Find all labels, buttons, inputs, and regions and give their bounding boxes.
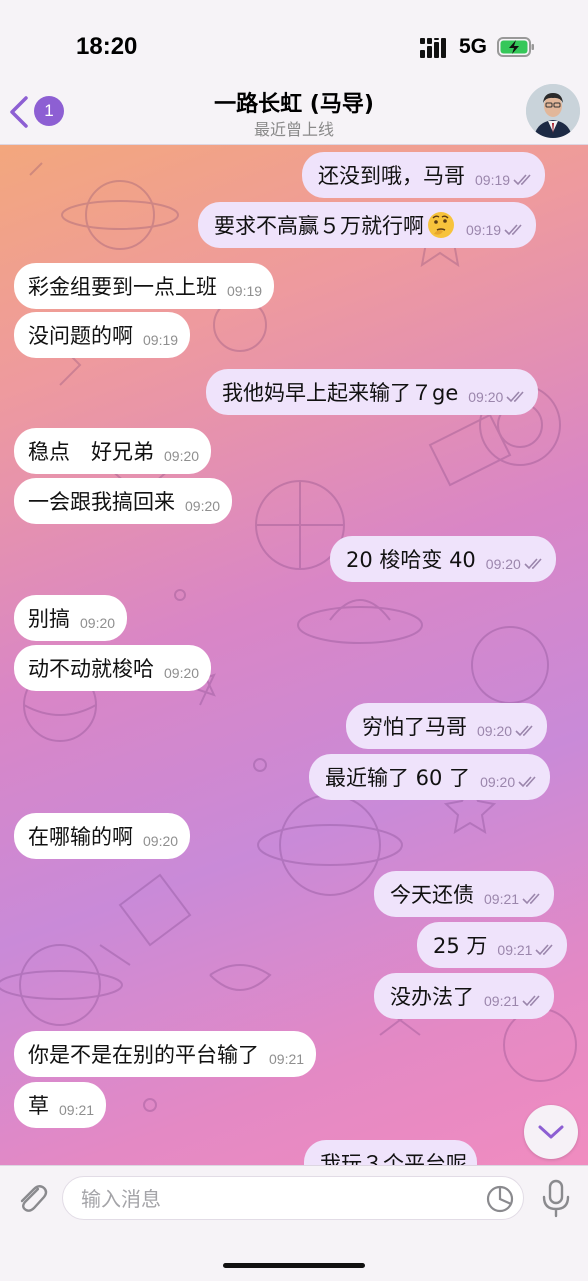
chat-header: 1 一路长虹 (马导) 最近曾上线: [0, 76, 588, 145]
message-text: 我玩３个平台呢: [320, 1152, 467, 1165]
message-text: 没问题的啊: [28, 324, 133, 348]
message-incoming[interactable]: 没问题的啊 09:19: [14, 312, 191, 358]
message-time: 09:21: [484, 891, 520, 907]
network-type: 5G: [459, 35, 488, 58]
message-text: 稳点 好兄弟: [28, 440, 154, 464]
message-time: 09:20: [185, 498, 221, 514]
message-text: 20 梭哈变 40: [346, 548, 476, 572]
message-outgoing[interactable]: 穷怕了马哥 09:20: [346, 703, 548, 749]
message-incoming[interactable]: 草 09:21: [14, 1082, 107, 1128]
message-outgoing[interactable]: 还没到哦，马哥 09:19: [302, 152, 546, 198]
message-time: 09:20: [143, 833, 179, 849]
message-time: 09:20: [164, 448, 200, 464]
message-text: 彩金组要到一点上班: [28, 275, 217, 299]
message-text: 没办法了: [390, 985, 474, 1009]
message-time: 09:20: [480, 774, 516, 790]
message-outgoing[interactable]: 20 梭哈变 40 09:20: [330, 536, 556, 582]
message-incoming[interactable]: 彩金组要到一点上班 09:19: [14, 263, 275, 309]
message-time: 09:19: [466, 222, 502, 238]
read-receipt-icon: [504, 224, 522, 236]
message-text: 动不动就梭哈: [28, 657, 154, 681]
message-text: 25 万: [433, 934, 488, 958]
read-receipt-icon: [518, 776, 536, 788]
message-time: 09:21: [59, 1102, 95, 1118]
message-incoming[interactable]: 你是不是在别的平台输了 09:21: [14, 1031, 317, 1077]
cellular-signal-icon: [420, 38, 446, 58]
message-text: 你是不是在别的平台输了: [28, 1043, 259, 1067]
message-text: 要求不高赢５万就行啊: [214, 214, 424, 238]
message-text: 一会跟我搞回来: [28, 490, 175, 514]
scroll-to-bottom-button[interactable]: [524, 1105, 578, 1159]
home-indicator: [223, 1263, 365, 1268]
message-incoming[interactable]: 一会跟我搞回来 09:20: [14, 478, 233, 524]
read-receipt-icon: [515, 725, 533, 737]
message-text: 草: [28, 1094, 49, 1118]
message-time: 09:20: [164, 665, 200, 681]
sticker-icon[interactable]: [485, 1184, 515, 1214]
message-outgoing[interactable]: 最近输了 60 了 09:20: [309, 754, 551, 800]
message-outgoing[interactable]: 没办法了 09:21: [374, 973, 555, 1019]
message-text: 还没到哦，马哥: [318, 164, 465, 188]
read-receipt-icon: [522, 893, 540, 905]
message-outgoing[interactable]: 要求不高赢５万就行啊 09:19: [198, 202, 537, 248]
chevron-down-icon: [538, 1125, 564, 1139]
message-incoming[interactable]: 在哪输的啊 09:20: [14, 813, 191, 859]
message-time: 09:20: [485, 556, 521, 572]
message-incoming[interactable]: 别搞 09:20: [14, 595, 128, 641]
read-receipt-icon: [524, 558, 542, 570]
message-time: 09:19: [475, 172, 511, 188]
message-incoming[interactable]: 动不动就梭哈 09:20: [14, 645, 212, 691]
message-time: 09:20: [468, 389, 504, 405]
message-text: 穷怕了马哥: [362, 715, 467, 739]
status-time: 18:20: [76, 33, 138, 60]
last-seen-status: 最近曾上线: [253, 120, 334, 139]
message-time: 09:21: [269, 1051, 305, 1067]
message-input[interactable]: [79, 1183, 463, 1215]
read-receipt-icon: [513, 174, 531, 186]
message-time: 09:20: [80, 615, 116, 631]
avatar[interactable]: [526, 84, 580, 138]
message-time: 09:20: [477, 723, 513, 739]
message-outgoing[interactable]: 我他妈早上起来输了７ge 09:20: [206, 369, 539, 415]
message-text: 最近输了 60 了: [325, 766, 471, 790]
message-outgoing[interactable]: 我玩３个平台呢: [304, 1140, 477, 1165]
message-time: 09:21: [497, 942, 533, 958]
paperclip-icon[interactable]: [14, 1180, 50, 1216]
chat-area[interactable]: 还没到哦，马哥 09:19 要求不高赢５万就行啊 09:19 彩金组要到一点上班…: [0, 145, 588, 1165]
message-text: 在哪输的啊: [28, 825, 133, 849]
chat-title[interactable]: 一路长虹 (马导): [0, 86, 588, 118]
message-time: 09:21: [484, 993, 520, 1009]
microphone-icon[interactable]: [540, 1178, 572, 1218]
message-outgoing[interactable]: 25 万 09:21: [417, 922, 568, 968]
read-receipt-icon: [506, 391, 524, 403]
thinking-face-icon: [428, 212, 454, 238]
read-receipt-icon: [522, 995, 540, 1007]
message-text: 别搞: [28, 607, 70, 631]
message-time: 09:19: [143, 332, 179, 348]
message-outgoing[interactable]: 今天还债 09:21: [374, 871, 555, 917]
message-text: 今天还债: [390, 883, 474, 907]
message-text: 我他妈早上起来输了７ge: [222, 381, 459, 405]
message-field[interactable]: [62, 1176, 524, 1220]
battery-charging-icon: [497, 37, 534, 57]
message-incoming[interactable]: 稳点 好兄弟 09:20: [14, 428, 212, 474]
read-receipt-icon: [535, 944, 554, 956]
message-time: 09:19: [227, 283, 263, 299]
